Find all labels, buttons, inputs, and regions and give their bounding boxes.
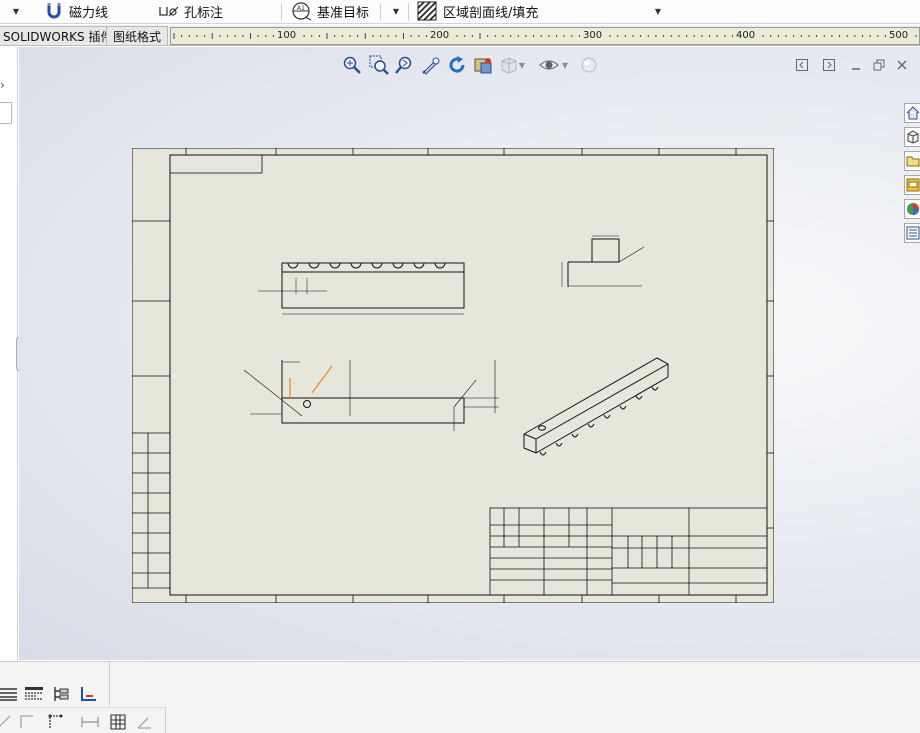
ruler-label: 300 [582, 28, 604, 44]
drawing-sheet[interactable] [132, 148, 774, 603]
tab-sheet-format[interactable]: 图纸格式 [106, 26, 169, 45]
chevron-down-icon[interactable]: ▼ [516, 55, 528, 75]
rotate-icon[interactable] [447, 55, 467, 75]
dim-expert-icon[interactable] [78, 684, 98, 704]
panel-field[interactable] [0, 102, 12, 124]
angle-tool-icon[interactable] [134, 712, 154, 732]
feature-manager-icon[interactable] [0, 684, 18, 704]
magnet-icon [44, 1, 64, 21]
tab-label: SOLIDWORKS 插件 [3, 29, 113, 44]
home-icon[interactable] [904, 103, 920, 123]
zoom-to-fit-icon[interactable] [342, 55, 362, 75]
datum-target-label: 基准目标 [317, 5, 370, 21]
hide-show-icon[interactable] [539, 55, 559, 75]
magnet-line-label: 磁力线 [69, 5, 109, 21]
tab-solidworks-addins[interactable]: SOLIDWORKS 插件 [0, 26, 120, 45]
chevron-down-icon[interactable]: ▼ [652, 0, 664, 22]
ruler-label: 100 [276, 28, 298, 44]
ruler-label: 200 [429, 28, 451, 44]
hole-callout-button[interactable]: 孔标注 [158, 0, 223, 22]
close-icon[interactable] [895, 58, 909, 72]
previous-view-icon[interactable] [395, 55, 415, 75]
horizontal-dimension-icon[interactable] [80, 712, 100, 732]
line-tool-icon[interactable] [0, 712, 14, 732]
next-sheet-icon[interactable] [822, 58, 836, 72]
sheet-border [132, 148, 774, 603]
property-tabs [0, 662, 110, 706]
horizontal-ruler: 100 200 300 400 500 [170, 27, 920, 45]
zoom-to-area-icon[interactable] [369, 55, 389, 75]
area-hatch-button[interactable]: 区域剖面线/填充 [417, 0, 538, 22]
datum-target-icon: A1 [291, 1, 313, 21]
toolbar-separator [380, 3, 381, 21]
annotation-toolbar: ▼ 磁力线 孔标注 A1 基准目标 ▼ 区域剖面线/填充 ▼ [0, 0, 920, 24]
magnet-line-button[interactable]: 磁力线 [44, 0, 108, 22]
ruler-label: 400 [735, 28, 757, 44]
chevron-down-icon[interactable]: ▼ [390, 0, 402, 22]
corner-tool-icon[interactable] [17, 712, 37, 732]
grid-icon[interactable] [108, 712, 128, 732]
hole-callout-icon [158, 1, 180, 21]
property-manager-icon[interactable] [24, 684, 44, 704]
appearances-icon[interactable] [904, 199, 920, 219]
toolbar-separator [408, 3, 409, 21]
3d-parts-icon[interactable] [904, 127, 920, 147]
feature-manager-collapsed: › [0, 47, 24, 660]
configuration-manager-icon[interactable] [51, 684, 71, 704]
bottom-panel [0, 661, 920, 733]
hole-callout-label: 孔标注 [184, 5, 224, 21]
chevron-right-icon[interactable]: › [0, 78, 14, 94]
toolbar-separator [281, 3, 282, 21]
file-explorer-icon[interactable] [904, 151, 920, 171]
area-hatch-label: 区域剖面线/填充 [443, 5, 539, 21]
custom-properties-icon[interactable] [904, 223, 920, 243]
previous-sheet-icon[interactable] [795, 58, 809, 72]
appearance-icon[interactable] [579, 55, 599, 75]
chevron-down-icon[interactable]: ▼ [559, 55, 571, 75]
svg-text:A1: A1 [297, 5, 305, 12]
restore-icon[interactable] [872, 58, 886, 72]
tab-label: 图纸格式 [113, 29, 162, 44]
design-library-icon[interactable] [904, 175, 920, 195]
minimize-icon[interactable] [849, 58, 863, 72]
section-view-icon[interactable] [473, 55, 493, 75]
datum-target-button[interactable]: A1 基准目标 [291, 0, 369, 22]
sketch-pen-icon[interactable] [421, 55, 441, 75]
graphics-area[interactable]: ▼ ▼ [19, 47, 920, 660]
centerline-tool-icon[interactable] [45, 712, 65, 732]
hatch-icon [417, 1, 437, 21]
chevron-down-icon[interactable]: ▼ [10, 0, 22, 22]
sketch-tools-strip [0, 707, 166, 733]
ruler-label: 500 [888, 28, 910, 44]
